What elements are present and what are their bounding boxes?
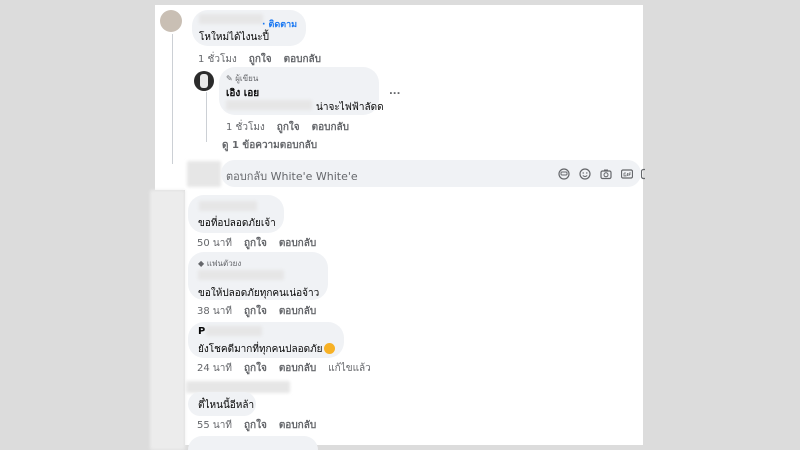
edited-label: แก้ไขแล้ว <box>328 363 371 374</box>
thread-line <box>206 92 207 142</box>
gif-icon[interactable] <box>621 168 633 180</box>
reply-placeholder: ตอบกลับ White'e White'e <box>226 170 358 183</box>
comment-time[interactable]: 50 นาที <box>197 238 232 249</box>
reply-button[interactable]: ตอบกลับ <box>279 420 316 431</box>
top-fan-badge: ◆ แฟนตัวยง <box>198 259 242 268</box>
like-button[interactable]: ถูกใจ <box>244 306 267 317</box>
blurred-left-strip <box>150 190 185 450</box>
like-button[interactable]: ถูกใจ <box>277 122 300 133</box>
comment-time[interactable]: 55 นาที <box>197 420 232 431</box>
blurred-mention <box>226 100 312 110</box>
follow-link[interactable]: · ติดตาม <box>262 17 297 31</box>
avatar[interactable] <box>194 71 214 91</box>
comment-actions: 38 นาที ถูกใจ ตอบกลับ <box>197 304 328 319</box>
blurred-author-name <box>198 270 284 280</box>
like-button[interactable]: ถูกใจ <box>244 363 267 374</box>
emoji-icon[interactable] <box>579 168 591 180</box>
comment-time[interactable]: 24 นาที <box>197 363 232 374</box>
author-badge: ✎ ผู้เขียน <box>226 74 259 83</box>
reply-text: น่าจะไฟฟ้าลัดด <box>316 102 384 113</box>
comment-actions: 55 นาที ถูกใจ ตอบกลับ <box>197 418 328 433</box>
blurred-author-name <box>206 326 262 336</box>
comment-text: ยังโชคดีมากที่ทุกคนปลอดภัย <box>198 342 335 357</box>
more-options-button[interactable]: ... <box>389 86 400 97</box>
comment-time[interactable]: 1 ชั่วโมง <box>198 54 237 65</box>
avatar <box>187 161 221 187</box>
reply-button[interactable]: ตอบกลับ <box>279 363 316 374</box>
reply-author[interactable]: เอิง เอย <box>226 86 259 101</box>
blurred-author-name <box>199 14 263 24</box>
sad-face-icon <box>323 343 335 354</box>
comment-actions: 1 ชั่วโมง ถูกใจ ตอบกลับ <box>198 52 333 67</box>
like-button[interactable]: ถูกใจ <box>249 54 272 65</box>
reply-time[interactable]: 1 ชั่วโมง <box>226 122 265 133</box>
avatar[interactable] <box>160 10 182 32</box>
sticker-icon[interactable] <box>641 168 645 180</box>
comment-bubble <box>188 436 318 450</box>
diamond-icon: ◆ <box>198 259 205 268</box>
comment-actions: 24 นาที ถูกใจ ตอบกลับ แก้ไขแล้ว <box>197 361 383 376</box>
view-replies-link[interactable]: ดู 1 ข้อความตอบกลับ <box>222 138 317 153</box>
avatar-sticker-icon[interactable] <box>558 168 570 180</box>
like-button[interactable]: ถูกใจ <box>244 238 267 249</box>
author-initial: P <box>198 326 206 337</box>
blurred-author-name <box>199 201 257 211</box>
reply-actions: 1 ชั่วโมง ถูกใจ ตอบกลับ <box>226 120 361 135</box>
reply-button[interactable]: ตอบกลับ <box>279 306 316 317</box>
comment-time[interactable]: 38 นาที <box>197 306 232 317</box>
comment-text: ตี๋ไหนนี้อีหล้า <box>198 400 255 411</box>
reply-button[interactable]: ตอบกลับ <box>312 122 349 133</box>
comment-text: โหใหม่ได้ไงนะปี้ <box>199 32 270 43</box>
camera-icon[interactable] <box>600 168 612 180</box>
comment-text: ขอให้ปลอดภัยทุกคนเน่อจ้าว <box>198 288 320 299</box>
reply-button[interactable]: ตอบกลับ <box>284 54 321 65</box>
like-button[interactable]: ถูกใจ <box>244 420 267 431</box>
thread-line <box>172 34 173 164</box>
comment-text: ขอที่อปลอดภัยเจ้า <box>198 218 276 229</box>
comment-actions: 50 นาที ถูกใจ ตอบกลับ <box>197 236 328 251</box>
reply-button[interactable]: ตอบกลับ <box>279 238 316 249</box>
